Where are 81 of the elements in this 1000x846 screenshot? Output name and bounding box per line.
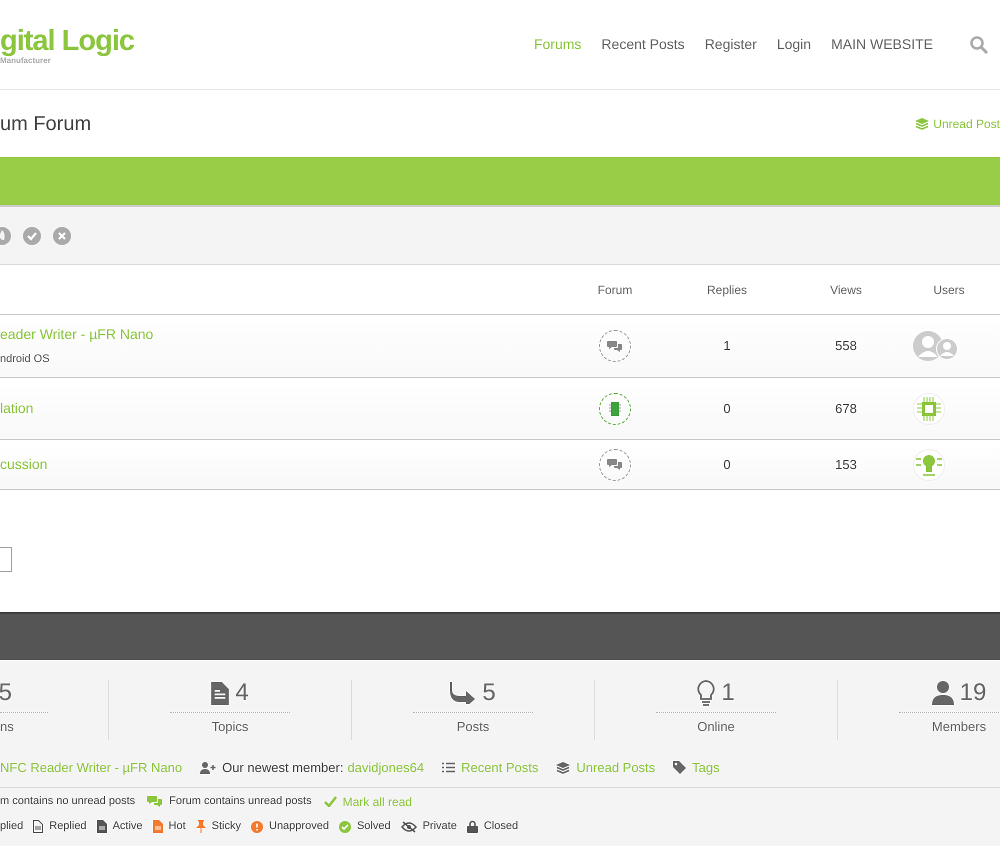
logo-text[interactable]: gital Logic xyxy=(0,26,200,56)
nav-link[interactable]: MAIN WEBSITE xyxy=(831,34,933,55)
replies-count: 0 xyxy=(722,400,732,418)
search-icon[interactable] xyxy=(970,36,988,54)
footer-link[interactable]: Recent Posts xyxy=(461,758,538,778)
forum-icon[interactable] xyxy=(599,330,631,362)
stat-label: Members xyxy=(932,718,986,736)
unread-posts-link[interactable]: Unread Post xyxy=(915,114,1000,132)
footer-link[interactable]: Unread Posts xyxy=(576,758,656,778)
stat-label: Posts xyxy=(456,718,490,736)
stat-label: Online xyxy=(697,718,735,736)
add-user-icon xyxy=(200,762,216,774)
stat-value: 1 xyxy=(721,678,735,708)
check-icon xyxy=(324,796,337,807)
stat-value: 4 xyxy=(235,678,249,708)
check-circle-icon[interactable] xyxy=(23,226,41,244)
views-count: 558 xyxy=(834,337,858,356)
tag-icon xyxy=(673,761,686,774)
document-icon xyxy=(33,820,44,833)
lightbulb-icon xyxy=(697,680,716,706)
input-field[interactable] xyxy=(0,546,12,572)
forum-icon[interactable] xyxy=(599,392,631,424)
eye-off-icon xyxy=(400,820,417,832)
stat-label: Topics xyxy=(212,718,248,736)
column-header: Users xyxy=(932,282,966,298)
legend-label: Unapproved xyxy=(269,819,329,834)
lock-icon xyxy=(466,820,478,833)
check-circle-icon xyxy=(338,820,351,832)
chip-avatar-icon[interactable] xyxy=(913,392,945,424)
document-icon xyxy=(152,820,163,833)
chat-icon xyxy=(607,340,623,352)
views-count: 153 xyxy=(834,456,858,474)
bulb-avatar-icon[interactable] xyxy=(913,448,945,480)
forum-icon[interactable] xyxy=(599,448,631,480)
nav-link[interactable]: Forums xyxy=(534,34,582,55)
layers-icon xyxy=(556,762,570,774)
column-header: Views xyxy=(829,282,863,298)
latest-post-link[interactable]: NFC Reader Writer - µFR Nano xyxy=(0,758,182,778)
close-circle-icon[interactable] xyxy=(53,226,71,244)
reply-arrow-icon xyxy=(450,682,476,704)
logo-tagline: Manufacturer xyxy=(0,56,51,64)
document-icon xyxy=(96,820,107,833)
topic-subtitle: ndroid OS xyxy=(0,352,51,368)
legend-label: plied xyxy=(0,819,24,834)
list-icon xyxy=(442,762,456,773)
replies-count: 0 xyxy=(722,456,732,474)
topic-title[interactable]: lation xyxy=(0,398,570,419)
footer-link[interactable]: Tags xyxy=(692,758,720,778)
legend-label: Replied xyxy=(49,819,87,834)
legend-label: Active xyxy=(112,819,143,834)
replies-count: 1 xyxy=(722,337,732,356)
nav-link[interactable]: Login xyxy=(776,34,812,55)
legend-label: Forum contains unread posts xyxy=(169,794,312,810)
legend-label: Closed xyxy=(484,819,518,834)
views-count: 678 xyxy=(834,400,858,418)
chat-icon xyxy=(147,795,164,808)
column-header: Forum xyxy=(596,282,634,298)
page-title: um Forum xyxy=(0,112,92,136)
stat-value: 5 xyxy=(0,678,12,708)
stat-value: 19 xyxy=(960,678,986,708)
member-link[interactable]: davidjones64 xyxy=(347,758,424,778)
document-icon xyxy=(211,682,230,704)
pin-icon xyxy=(196,820,206,833)
legend-label: Sticky xyxy=(212,819,241,834)
nav-link[interactable]: Recent Posts xyxy=(601,34,685,55)
layers-icon xyxy=(915,118,930,130)
newest-member-label: Our newest member: xyxy=(222,758,344,777)
stat-value: 5 xyxy=(482,678,496,708)
legend-label: Private xyxy=(422,819,457,834)
topic-title[interactable]: eader Writer - µFR Nano xyxy=(0,324,570,346)
stat-label: ns xyxy=(0,718,14,736)
column-header: Replies xyxy=(706,282,748,298)
mark-all-read-link[interactable]: Mark all read xyxy=(342,792,412,810)
legend-label: m contains no unread posts xyxy=(0,794,136,810)
chat-icon xyxy=(607,458,623,471)
legend-label: Hot xyxy=(168,819,186,834)
alert-icon xyxy=(251,820,263,832)
topic-title[interactable]: cussion xyxy=(0,454,570,475)
legend-label: Solved xyxy=(356,819,391,834)
user-icon xyxy=(932,681,954,705)
nav-link[interactable]: Register xyxy=(704,34,757,55)
